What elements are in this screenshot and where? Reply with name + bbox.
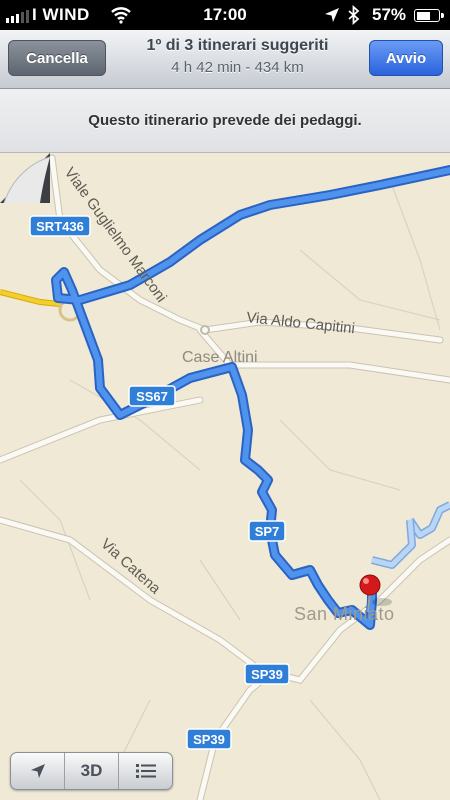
location-arrow-icon: [325, 8, 339, 22]
battery-icon: [414, 9, 444, 22]
route-title: 1º di 3 itinerari suggeriti: [146, 37, 329, 54]
navigation-bar: Cancella 1º di 3 itinerari suggeriti 4 h…: [0, 30, 450, 89]
start-button[interactable]: Avvio: [369, 40, 443, 76]
road-shield-sp39-lower: SP39: [186, 728, 232, 750]
road-shield-sp39-upper: SP39: [244, 663, 290, 685]
road-shield-label: SP39: [193, 732, 225, 747]
cancel-button[interactable]: Cancella: [8, 40, 106, 76]
list-button[interactable]: [119, 753, 172, 789]
list-icon: [135, 764, 156, 778]
place-label-case-altini: Case Altini: [182, 349, 258, 366]
road-shield-ss67: SS67: [128, 385, 176, 407]
map-view[interactable]: Viale Guglielmo Marconi Via Aldo Capitin…: [0, 153, 450, 800]
map-canvas[interactable]: Viale Guglielmo Marconi Via Aldo Capitin…: [0, 153, 450, 800]
road-shield-label: SRT436: [36, 219, 84, 234]
locate-button[interactable]: [11, 753, 65, 789]
three-d-button[interactable]: 3D: [65, 753, 119, 789]
location-arrow-icon: [30, 764, 45, 778]
status-bar: I WIND 17:00 57%: [0, 0, 450, 30]
toll-notice: Questo itinerario prevede dei pedaggi.: [0, 89, 450, 153]
map-toolbar: 3D: [10, 752, 173, 790]
battery-percent: 57%: [372, 5, 407, 24]
bluetooth-icon: [348, 4, 360, 26]
road-shield-label: SS67: [136, 389, 168, 404]
road-shield-label: SP7: [255, 524, 280, 539]
road-shield-srt436: SRT436: [29, 215, 91, 237]
route-summary: 4 h 42 min - 434 km: [171, 59, 304, 76]
place-label-san-miniato: San Miniato: [294, 604, 395, 624]
road-shield-label: SP39: [251, 667, 283, 682]
road-shield-sp7: SP7: [248, 520, 286, 542]
page-curl-icon[interactable]: [0, 153, 50, 203]
